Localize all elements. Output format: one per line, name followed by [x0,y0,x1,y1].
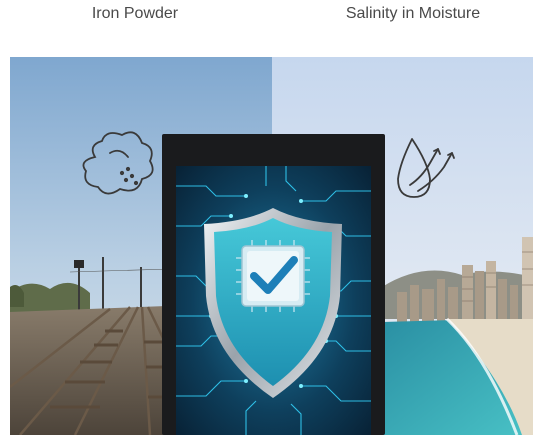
comparison-scene [10,57,533,435]
circuit-screen-image [176,166,371,435]
device-display [162,134,385,435]
iron-powder-label: Iron Powder [91,5,179,22]
salinity-moisture-label: Salinity in Moisture [345,5,481,22]
